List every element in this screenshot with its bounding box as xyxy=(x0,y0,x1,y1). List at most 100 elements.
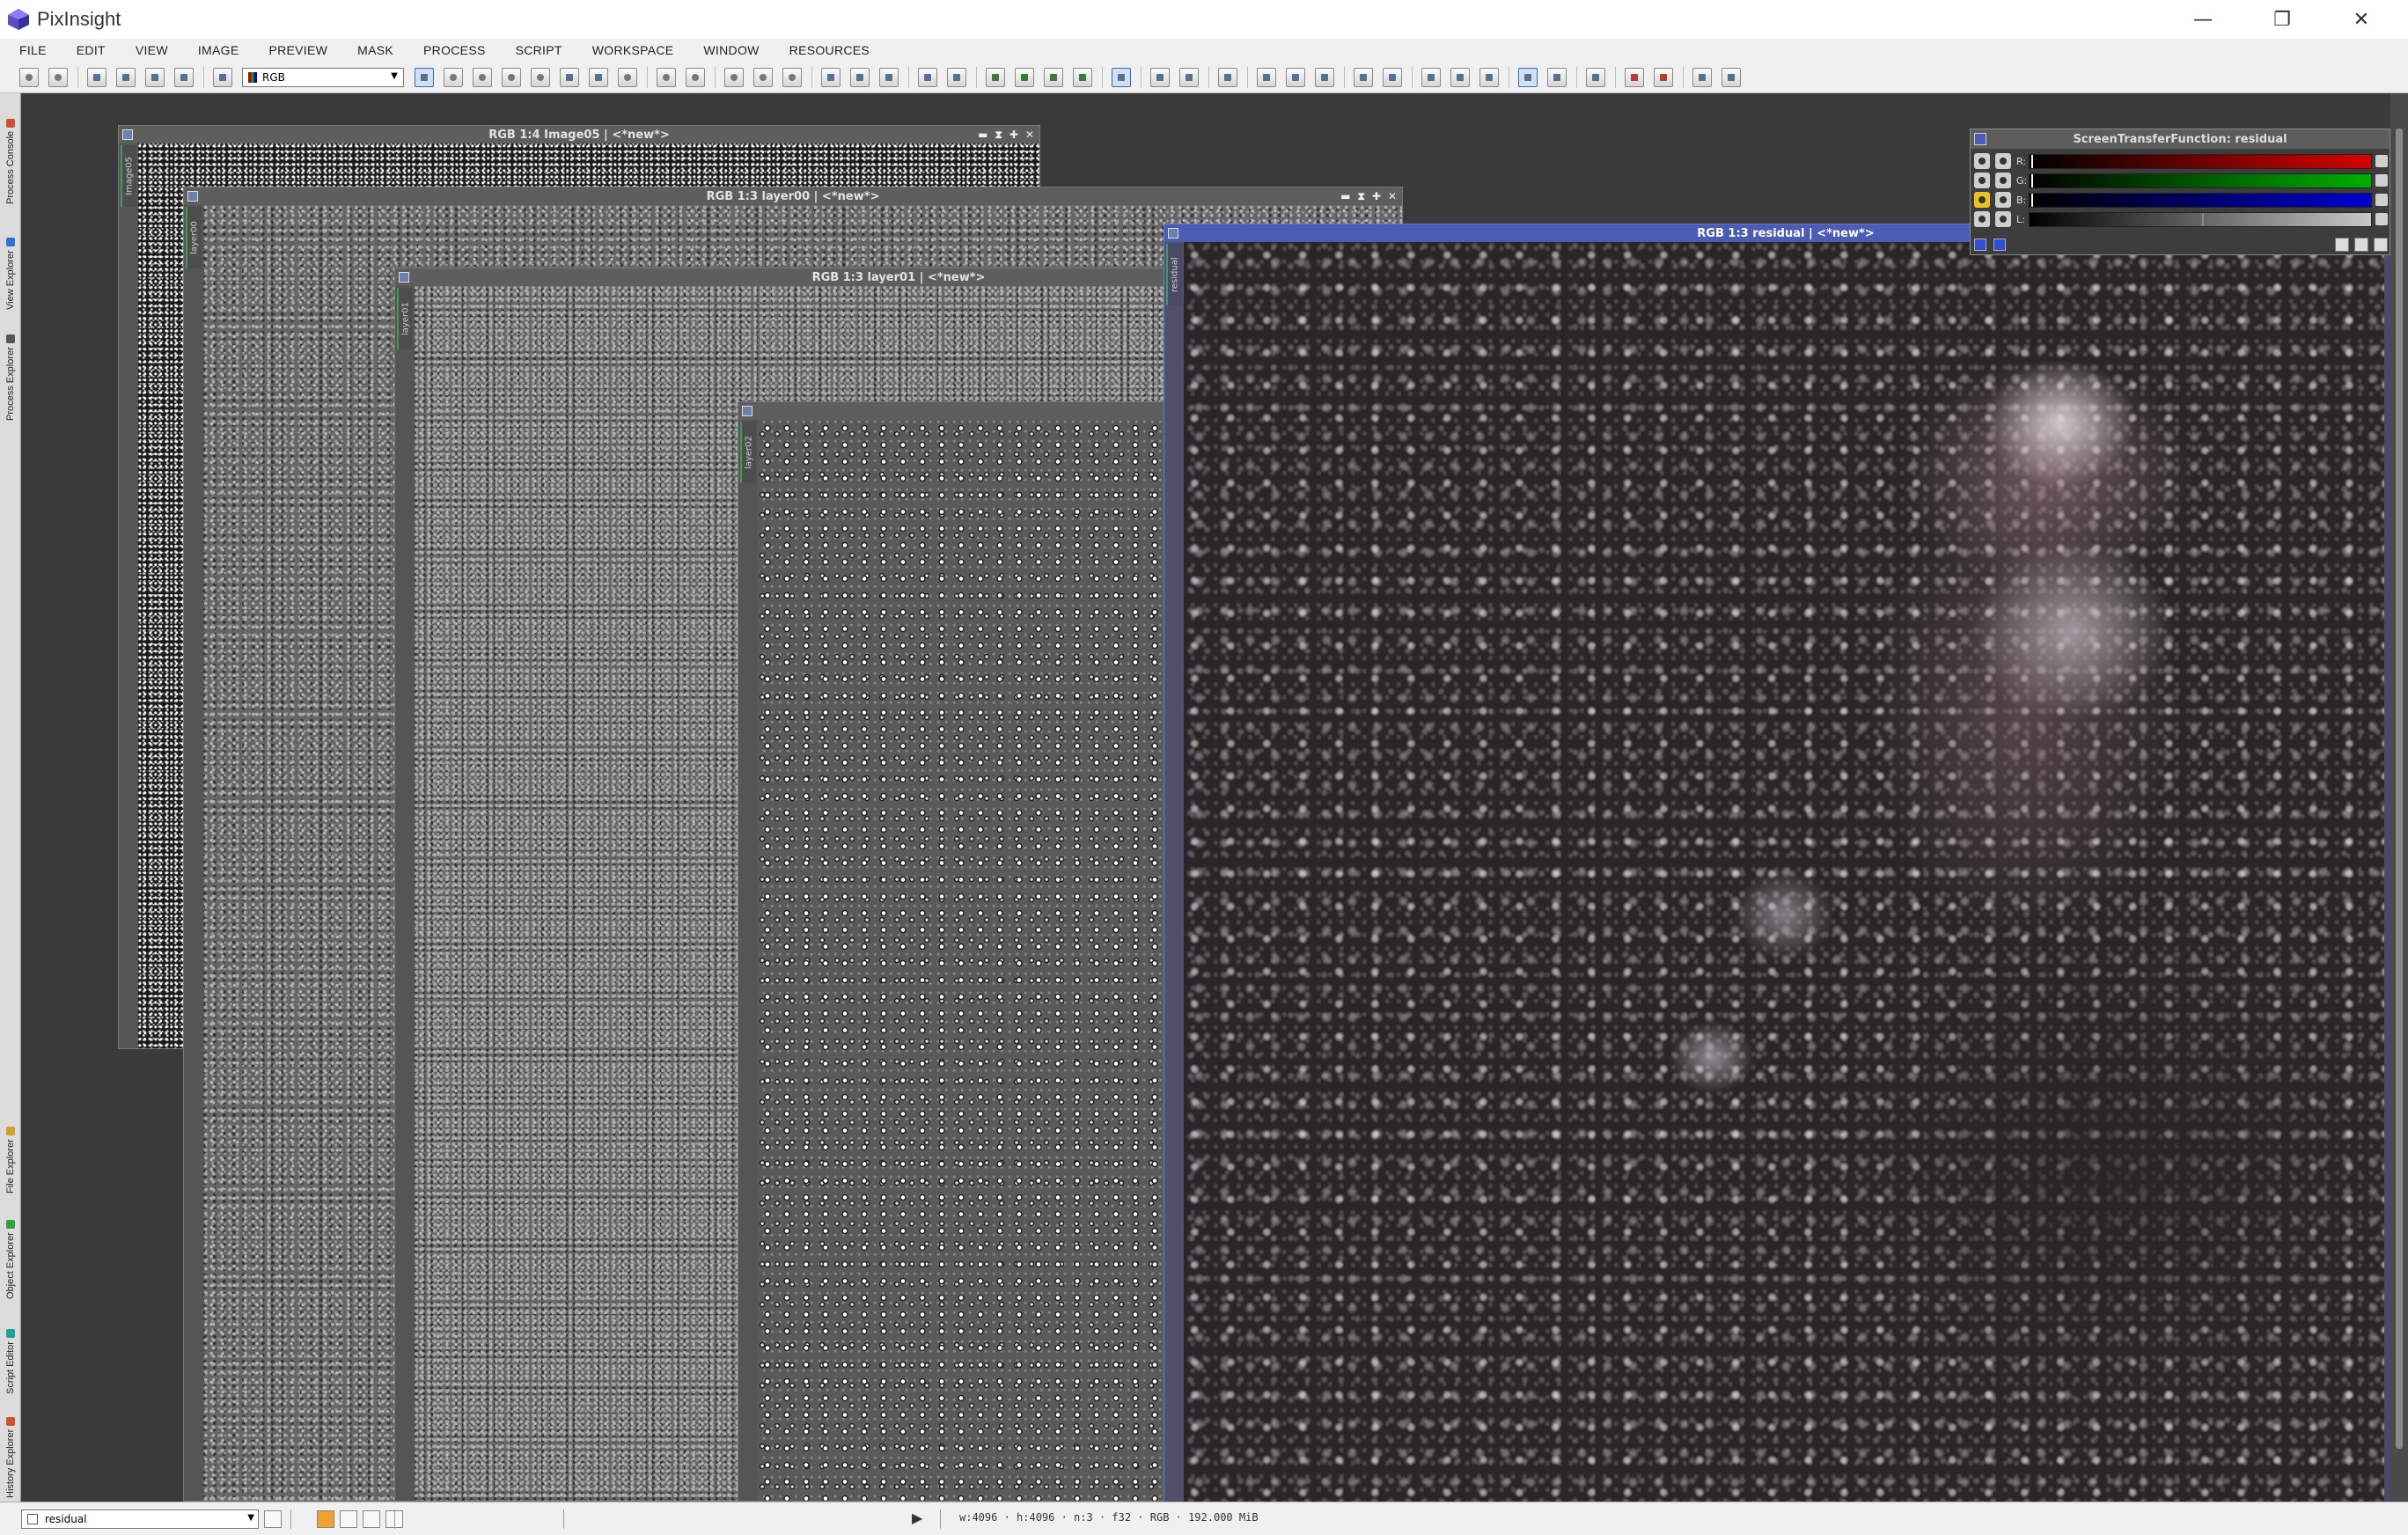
crop-icon[interactable] xyxy=(560,67,579,87)
image-window-residual[interactable]: RGB 1:3 residual | <*new*> residual xyxy=(1164,224,2390,1502)
undo-icon[interactable] xyxy=(19,67,39,87)
layout-1-icon[interactable] xyxy=(1421,67,1441,87)
menu-file[interactable]: FILE xyxy=(19,43,47,57)
link-icon[interactable] xyxy=(1974,153,1990,169)
move-icon[interactable]: ✚ xyxy=(1372,190,1381,202)
menu-edit[interactable]: EDIT xyxy=(77,43,106,57)
play-icon[interactable]: ▶ xyxy=(912,1509,922,1526)
workspace-1-icon[interactable] xyxy=(1354,67,1373,87)
monitor-icon[interactable] xyxy=(1518,67,1538,87)
cascade-icon[interactable] xyxy=(850,67,870,87)
reset-icon[interactable] xyxy=(2375,155,2388,167)
script-debug-icon[interactable] xyxy=(1315,67,1334,87)
shadow-clip-handle[interactable] xyxy=(2031,173,2033,187)
display-icon[interactable] xyxy=(1586,67,1605,87)
move-icon[interactable]: ✚ xyxy=(1009,129,1018,141)
workspace-2-icon[interactable] xyxy=(1383,67,1402,87)
fit-view-icon[interactable] xyxy=(918,67,937,87)
mask-remove-icon[interactable] xyxy=(1073,67,1092,87)
refresh-icon[interactable] xyxy=(213,67,232,87)
mask-show-icon[interactable] xyxy=(986,67,1005,87)
tab-history-explorer[interactable]: History Explorer xyxy=(2,1398,19,1498)
checkmark-icon[interactable] xyxy=(2374,238,2388,252)
channel-select[interactable]: RGB ▼ xyxy=(242,67,404,87)
tab-file-explorer[interactable]: File Explorer xyxy=(2,1100,19,1193)
menu-window[interactable]: WINDOW xyxy=(703,43,759,57)
midtones-handle[interactable] xyxy=(2202,212,2204,226)
maximize-icon[interactable]: ⧗ xyxy=(1357,190,1364,203)
mask-enable-icon[interactable] xyxy=(1044,67,1063,87)
shadow-clip-handle[interactable] xyxy=(2031,193,2033,207)
auto-stretch-icon[interactable] xyxy=(1974,192,1990,208)
menu-workspace[interactable]: WORKSPACE xyxy=(592,43,674,57)
reset-icon[interactable] xyxy=(2375,213,2388,225)
menu-mask[interactable]: MASK xyxy=(357,43,393,57)
view-id-tab[interactable]: layer00 xyxy=(186,207,202,268)
close-icon[interactable]: ✕ xyxy=(1388,190,1397,202)
window-menu-icon[interactable] xyxy=(742,406,752,416)
image-content[interactable] xyxy=(1184,242,2384,1502)
mask-invert-icon[interactable] xyxy=(1015,67,1034,87)
tab-process-console[interactable]: Process Console xyxy=(2,99,19,204)
wrench-icon[interactable] xyxy=(1974,211,1990,227)
menu-process[interactable]: PROCESS xyxy=(423,43,486,57)
tab-view-explorer[interactable]: View Explorer xyxy=(2,206,19,310)
menu-image[interactable]: IMAGE xyxy=(198,43,239,57)
view-id-tab[interactable]: residual xyxy=(1166,244,1182,305)
workspace[interactable]: RGB 1:4 Image05 | <*new*> ▬ ⧗ ✚ ✕ Image0… xyxy=(21,93,2390,1502)
script-run-icon[interactable] xyxy=(1257,67,1276,87)
layout-2-icon[interactable] xyxy=(1450,67,1470,87)
tile-icon[interactable] xyxy=(821,67,841,87)
stf-layer-button-1[interactable] xyxy=(340,1509,357,1528)
script-edit-icon[interactable] xyxy=(1286,67,1305,87)
menu-preview[interactable]: PREVIEW xyxy=(268,43,327,57)
minimize-button[interactable]: — xyxy=(2163,0,2243,39)
window-title-bar[interactable]: RGB 1:3 layer00 | <*new*> ▬ ⧗ ✚ ✕ xyxy=(184,187,1402,205)
open-icon[interactable] xyxy=(116,67,136,87)
workspace-scrollbar[interactable] xyxy=(2390,93,2408,1502)
view-selector[interactable]: residual ▼ xyxy=(21,1509,259,1529)
center-icon[interactable] xyxy=(531,67,550,87)
square-icon[interactable] xyxy=(1993,239,2006,251)
new-instance-icon[interactable] xyxy=(1974,239,1986,251)
zoom-out-icon[interactable] xyxy=(686,67,705,87)
zoom-fit-icon[interactable] xyxy=(444,67,463,87)
zoom-in-2-icon[interactable] xyxy=(1995,173,2011,188)
stf-title-bar[interactable]: ScreenTransferFunction: residual xyxy=(1971,129,2390,149)
stf-enable-icon[interactable] xyxy=(1112,67,1131,87)
tab-script-editor[interactable]: Script Editor xyxy=(2,1303,19,1394)
readout-mode-icon[interactable] xyxy=(415,67,434,87)
view-id-tab[interactable]: Image05 xyxy=(121,145,136,207)
reset-icon[interactable] xyxy=(2375,194,2388,206)
menu-resources[interactable]: RESOURCES xyxy=(789,43,870,57)
restore-button[interactable]: ❐ xyxy=(2243,0,2322,39)
zoom-out-2-icon[interactable] xyxy=(753,67,773,87)
import-icon[interactable] xyxy=(1654,67,1673,87)
monitor-2-icon[interactable] xyxy=(1547,67,1567,87)
maximize-view-icon[interactable] xyxy=(947,67,966,87)
scrollbar-thumb[interactable] xyxy=(2396,129,2403,1449)
new-image-icon[interactable] xyxy=(87,67,106,87)
view-settings-button[interactable] xyxy=(264,1509,282,1528)
shade-icon[interactable]: ▬ xyxy=(978,129,987,141)
arrange-icon[interactable] xyxy=(879,67,899,87)
reset-all-icon[interactable] xyxy=(2335,238,2349,252)
window-menu-icon[interactable] xyxy=(399,272,409,283)
shadow-clip-handle[interactable] xyxy=(2031,154,2033,168)
stf-color-button[interactable] xyxy=(317,1509,334,1528)
window-title-bar[interactable]: RGB 1:4 Image05 | <*new*> ▬ ⧗ ✚ ✕ xyxy=(119,126,1039,143)
green-slider[interactable] xyxy=(2029,173,2372,188)
zoom-out-icon[interactable] xyxy=(1995,192,2011,208)
zoom-in-icon[interactable] xyxy=(1974,173,1990,188)
view-id-tab[interactable]: layer02 xyxy=(740,422,756,483)
layout-3-icon[interactable] xyxy=(1479,67,1499,87)
screen-transfer-function-panel[interactable]: ScreenTransferFunction: residual R: G: B… xyxy=(1970,129,2390,255)
redo-icon[interactable] xyxy=(48,67,68,87)
zoom-1-1-icon[interactable] xyxy=(473,67,492,87)
stf-layer-button-2[interactable] xyxy=(363,1509,380,1528)
reset-icon[interactable] xyxy=(2375,174,2388,187)
save-icon[interactable] xyxy=(145,67,165,87)
view-id-tab[interactable]: layer01 xyxy=(397,288,413,349)
export-icon[interactable] xyxy=(1625,67,1644,87)
menu-view[interactable]: VIEW xyxy=(136,43,168,57)
